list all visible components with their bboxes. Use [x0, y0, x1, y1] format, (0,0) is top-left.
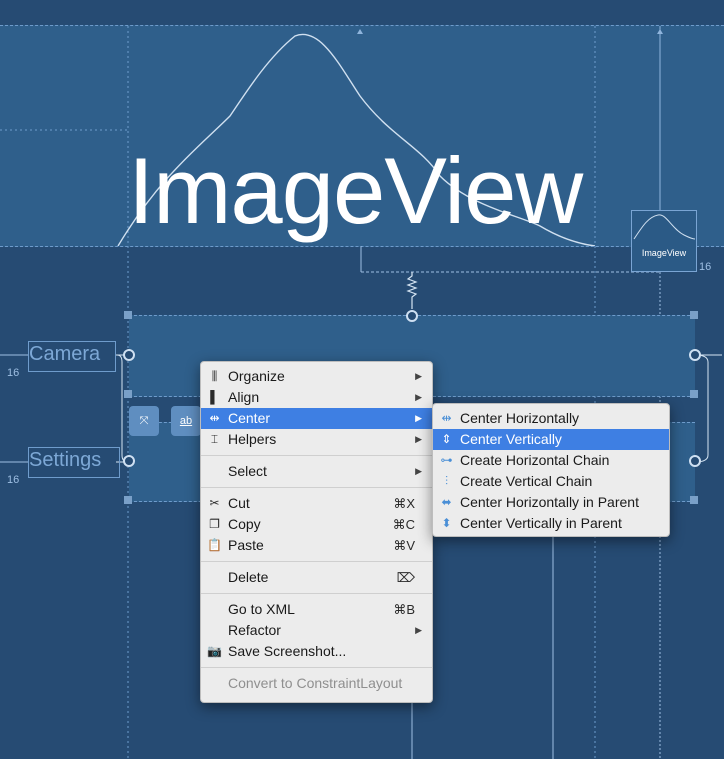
menu-item-refactor[interactable]: Refactor ▶ [201, 620, 432, 641]
menu-label: Create Horizontal Chain [460, 452, 610, 468]
submenu-item-center-horizontally-in-parent[interactable]: ⬌ Center Horizontally in Parent [433, 492, 669, 513]
menu-item-convert-constraintlayout: Convert to ConstraintLayout [201, 673, 432, 694]
anchor-right[interactable] [689, 349, 701, 361]
submenu-arrow-icon: ▶ [415, 434, 422, 444]
camera-label[interactable]: Camera [28, 341, 116, 372]
margin-label: 16 [7, 474, 20, 486]
menu-item-save-screenshot[interactable]: 📷 Save Screenshot... [201, 641, 432, 662]
menu-label: Create Vertical Chain [460, 473, 593, 489]
menu-item-helpers[interactable]: ⌶ Helpers ▶ [201, 429, 432, 450]
align-icon: ▌ [210, 390, 219, 404]
paste-icon: 📋 [207, 538, 222, 552]
camera-icon: 📷 [207, 644, 222, 658]
baseline-label: ab [179, 415, 193, 427]
image-view-thumbnail[interactable]: ImageView [631, 210, 697, 272]
context-menu: ⫼ Organize ▶ ▌ Align ▶ ⇹ Center ▶ ⌶ Help… [200, 361, 433, 703]
organize-icon: ⫼ [211, 369, 218, 383]
mountain-thumb-outline [633, 214, 696, 240]
resize-handle[interactable] [124, 390, 132, 398]
anchor-right[interactable] [689, 455, 701, 467]
margin-label: 16 [7, 367, 20, 379]
menu-item-paste[interactable]: 📋 Paste ⌘V [201, 535, 432, 556]
settings-label[interactable]: Settings [28, 447, 120, 478]
menu-label: Center Horizontally in Parent [460, 494, 639, 510]
resize-handle[interactable] [690, 311, 698, 319]
menu-label: Center Horizontally [460, 410, 580, 426]
menu-item-organize[interactable]: ⫼ Organize ▶ [201, 366, 432, 387]
shortcut-label: ⌘B [393, 602, 415, 617]
center-horizontally-icon: ⇹ [441, 411, 452, 425]
menu-label: Organize [228, 368, 285, 384]
delete-key-icon: ⌦ [396, 570, 415, 585]
baseline-button[interactable]: ab [171, 406, 201, 436]
menu-item-cut[interactable]: ✂ Cut ⌘X [201, 493, 432, 514]
menu-label: Center [228, 410, 271, 426]
thumbnail-label: ImageView [641, 248, 687, 258]
menu-label: Save Screenshot... [228, 643, 347, 659]
submenu-item-center-vertically[interactable]: ⇕ Center Vertically [433, 429, 669, 450]
submenu-item-center-vertically-in-parent[interactable]: ⬍ Center Vertically in Parent [433, 513, 669, 534]
clear-constraints-button[interactable]: ⤧ [129, 406, 159, 436]
menu-item-align[interactable]: ▌ Align ▶ [201, 387, 432, 408]
shortcut-label: ⌘X [393, 496, 415, 511]
menu-item-goto-xml[interactable]: Go to XML ⌘B [201, 599, 432, 620]
shortcut-label: ⌘V [393, 538, 415, 553]
menu-separator [201, 487, 432, 488]
submenu-arrow-icon: ▶ [415, 371, 422, 381]
margin-label: 16 [699, 261, 712, 273]
submenu-arrow-icon: ▶ [415, 466, 422, 476]
menu-separator [201, 593, 432, 594]
helpers-icon: ⌶ [210, 432, 219, 446]
center-vertically-parent-icon: ⬍ [441, 516, 452, 530]
menu-label: Cut [228, 495, 250, 511]
menu-label: Center Vertically in Parent [460, 515, 622, 531]
menu-label: Helpers [228, 431, 277, 447]
anchor-left[interactable] [123, 349, 135, 361]
copy-icon: ❐ [209, 517, 220, 531]
center-submenu: ⇹ Center Horizontally ⇕ Center Verticall… [432, 403, 670, 537]
menu-item-select[interactable]: Select ▶ [201, 461, 432, 482]
scissors-icon: ✂ [209, 496, 220, 510]
menu-label: Align [228, 389, 260, 405]
menu-item-copy[interactable]: ❐ Copy ⌘C [201, 514, 432, 535]
clear-constraints-icon: ⤧ [139, 415, 149, 427]
horizontal-chain-icon: ⊶ [440, 453, 453, 467]
resize-handle[interactable] [124, 311, 132, 319]
menu-label: Copy [228, 516, 261, 532]
menu-separator [201, 561, 432, 562]
submenu-arrow-icon: ▶ [415, 625, 422, 635]
menu-label: Refactor [228, 622, 281, 638]
anchor-top[interactable] [406, 310, 418, 322]
resize-handle[interactable] [690, 390, 698, 398]
menu-label: Go to XML [228, 601, 295, 617]
resize-handle[interactable] [690, 496, 698, 504]
menu-item-delete[interactable]: Delete ⌦ [201, 567, 432, 588]
submenu-item-create-horizontal-chain[interactable]: ⊶ Create Horizontal Chain [433, 450, 669, 471]
anchor-left[interactable] [123, 455, 135, 467]
menu-label: Paste [228, 537, 264, 553]
submenu-item-center-horizontally[interactable]: ⇹ Center Horizontally [433, 408, 669, 429]
center-vertically-icon: ⇕ [441, 432, 452, 446]
menu-label: Convert to ConstraintLayout [228, 675, 403, 691]
submenu-arrow-icon: ▶ [415, 392, 422, 402]
menu-separator [201, 667, 432, 668]
resize-handle[interactable] [124, 496, 132, 504]
center-icon: ⇹ [209, 411, 220, 425]
vertical-chain-icon: ⫶ [444, 474, 448, 488]
menu-label: Center Vertically [460, 431, 562, 447]
menu-label: Select [228, 463, 267, 479]
submenu-arrow-icon: ▶ [415, 413, 422, 423]
menu-item-center[interactable]: ⇹ Center ▶ [201, 408, 432, 429]
layout-editor-canvas[interactable]: ImageView ImageView 16 16 16 Camera Sett… [0, 0, 724, 759]
shortcut-label: ⌘C [392, 517, 415, 532]
submenu-item-create-vertical-chain[interactable]: ⫶ Create Vertical Chain [433, 471, 669, 492]
center-horizontally-parent-icon: ⬌ [441, 495, 452, 509]
menu-separator [201, 455, 432, 456]
menu-label: Delete [228, 569, 269, 585]
